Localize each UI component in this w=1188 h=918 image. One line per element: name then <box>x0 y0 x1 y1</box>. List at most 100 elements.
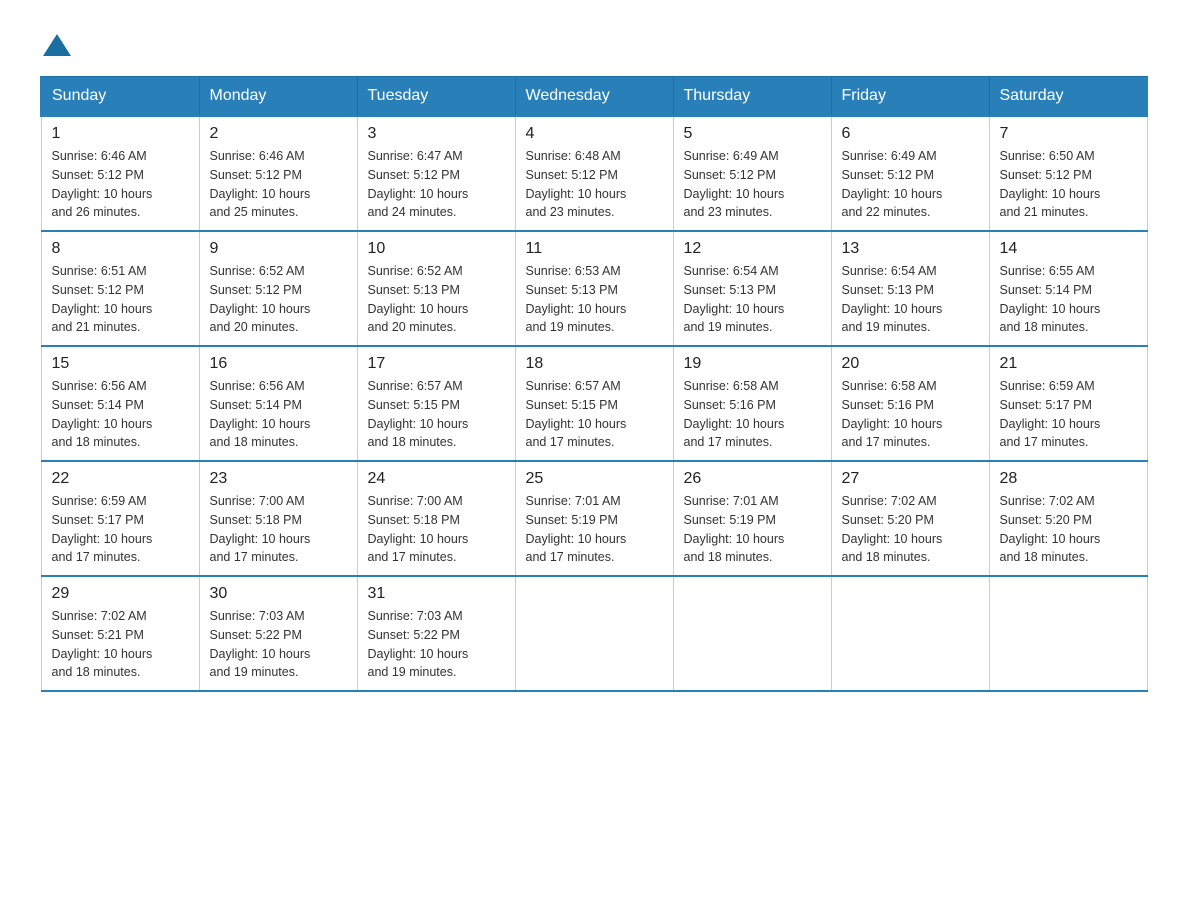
calendar-cell: 30 Sunrise: 7:03 AMSunset: 5:22 PMDaylig… <box>199 576 357 691</box>
day-info: Sunrise: 6:52 AMSunset: 5:12 PMDaylight:… <box>210 262 347 337</box>
day-info: Sunrise: 6:46 AMSunset: 5:12 PMDaylight:… <box>210 147 347 222</box>
day-info: Sunrise: 6:54 AMSunset: 5:13 PMDaylight:… <box>684 262 821 337</box>
day-info: Sunrise: 7:01 AMSunset: 5:19 PMDaylight:… <box>526 492 663 567</box>
week-row-3: 15 Sunrise: 6:56 AMSunset: 5:14 PMDaylig… <box>41 346 1147 461</box>
calendar-cell: 24 Sunrise: 7:00 AMSunset: 5:18 PMDaylig… <box>357 461 515 576</box>
day-info: Sunrise: 6:58 AMSunset: 5:16 PMDaylight:… <box>684 377 821 452</box>
day-info: Sunrise: 6:47 AMSunset: 5:12 PMDaylight:… <box>368 147 505 222</box>
day-number: 9 <box>210 240 347 258</box>
day-number: 26 <box>684 470 821 488</box>
calendar-cell: 13 Sunrise: 6:54 AMSunset: 5:13 PMDaylig… <box>831 231 989 346</box>
day-number: 23 <box>210 470 347 488</box>
week-row-2: 8 Sunrise: 6:51 AMSunset: 5:12 PMDayligh… <box>41 231 1147 346</box>
day-info: Sunrise: 6:59 AMSunset: 5:17 PMDaylight:… <box>1000 377 1137 452</box>
day-info: Sunrise: 6:54 AMSunset: 5:13 PMDaylight:… <box>842 262 979 337</box>
day-info: Sunrise: 6:48 AMSunset: 5:12 PMDaylight:… <box>526 147 663 222</box>
day-number: 20 <box>842 355 979 373</box>
calendar-cell: 2 Sunrise: 6:46 AMSunset: 5:12 PMDayligh… <box>199 116 357 231</box>
day-number: 4 <box>526 125 663 143</box>
day-info: Sunrise: 6:57 AMSunset: 5:15 PMDaylight:… <box>368 377 505 452</box>
day-info: Sunrise: 7:03 AMSunset: 5:22 PMDaylight:… <box>368 607 505 682</box>
week-row-4: 22 Sunrise: 6:59 AMSunset: 5:17 PMDaylig… <box>41 461 1147 576</box>
calendar-header-row: SundayMondayTuesdayWednesdayThursdayFrid… <box>41 77 1147 117</box>
day-info: Sunrise: 6:50 AMSunset: 5:12 PMDaylight:… <box>1000 147 1137 222</box>
calendar-cell: 10 Sunrise: 6:52 AMSunset: 5:13 PMDaylig… <box>357 231 515 346</box>
day-info: Sunrise: 7:01 AMSunset: 5:19 PMDaylight:… <box>684 492 821 567</box>
calendar-cell: 21 Sunrise: 6:59 AMSunset: 5:17 PMDaylig… <box>989 346 1147 461</box>
day-info: Sunrise: 6:55 AMSunset: 5:14 PMDaylight:… <box>1000 262 1137 337</box>
calendar-cell: 31 Sunrise: 7:03 AMSunset: 5:22 PMDaylig… <box>357 576 515 691</box>
day-info: Sunrise: 7:03 AMSunset: 5:22 PMDaylight:… <box>210 607 347 682</box>
calendar-cell: 6 Sunrise: 6:49 AMSunset: 5:12 PMDayligh… <box>831 116 989 231</box>
day-number: 25 <box>526 470 663 488</box>
day-number: 22 <box>52 470 189 488</box>
calendar-cell: 17 Sunrise: 6:57 AMSunset: 5:15 PMDaylig… <box>357 346 515 461</box>
day-number: 15 <box>52 355 189 373</box>
page-header <box>40 30 1148 56</box>
calendar-cell: 28 Sunrise: 7:02 AMSunset: 5:20 PMDaylig… <box>989 461 1147 576</box>
calendar-cell: 27 Sunrise: 7:02 AMSunset: 5:20 PMDaylig… <box>831 461 989 576</box>
calendar-cell: 14 Sunrise: 6:55 AMSunset: 5:14 PMDaylig… <box>989 231 1147 346</box>
day-number: 18 <box>526 355 663 373</box>
day-info: Sunrise: 7:00 AMSunset: 5:18 PMDaylight:… <box>368 492 505 567</box>
day-number: 11 <box>526 240 663 258</box>
day-number: 30 <box>210 585 347 603</box>
calendar-cell <box>989 576 1147 691</box>
day-info: Sunrise: 7:00 AMSunset: 5:18 PMDaylight:… <box>210 492 347 567</box>
calendar-cell: 23 Sunrise: 7:00 AMSunset: 5:18 PMDaylig… <box>199 461 357 576</box>
day-number: 29 <box>52 585 189 603</box>
day-number: 24 <box>368 470 505 488</box>
day-info: Sunrise: 7:02 AMSunset: 5:20 PMDaylight:… <box>842 492 979 567</box>
calendar-cell: 7 Sunrise: 6:50 AMSunset: 5:12 PMDayligh… <box>989 116 1147 231</box>
day-number: 6 <box>842 125 979 143</box>
day-number: 28 <box>1000 470 1137 488</box>
day-number: 21 <box>1000 355 1137 373</box>
calendar-cell <box>515 576 673 691</box>
day-info: Sunrise: 7:02 AMSunset: 5:20 PMDaylight:… <box>1000 492 1137 567</box>
day-info: Sunrise: 6:46 AMSunset: 5:12 PMDaylight:… <box>52 147 189 222</box>
day-number: 2 <box>210 125 347 143</box>
calendar-cell: 29 Sunrise: 7:02 AMSunset: 5:21 PMDaylig… <box>41 576 199 691</box>
day-info: Sunrise: 6:56 AMSunset: 5:14 PMDaylight:… <box>210 377 347 452</box>
day-info: Sunrise: 6:56 AMSunset: 5:14 PMDaylight:… <box>52 377 189 452</box>
day-info: Sunrise: 6:59 AMSunset: 5:17 PMDaylight:… <box>52 492 189 567</box>
day-info: Sunrise: 6:51 AMSunset: 5:12 PMDaylight:… <box>52 262 189 337</box>
calendar-cell: 3 Sunrise: 6:47 AMSunset: 5:12 PMDayligh… <box>357 116 515 231</box>
day-header-monday: Monday <box>199 77 357 117</box>
calendar-cell: 5 Sunrise: 6:49 AMSunset: 5:12 PMDayligh… <box>673 116 831 231</box>
calendar-cell: 20 Sunrise: 6:58 AMSunset: 5:16 PMDaylig… <box>831 346 989 461</box>
week-row-1: 1 Sunrise: 6:46 AMSunset: 5:12 PMDayligh… <box>41 116 1147 231</box>
day-number: 5 <box>684 125 821 143</box>
calendar-cell: 8 Sunrise: 6:51 AMSunset: 5:12 PMDayligh… <box>41 231 199 346</box>
day-number: 3 <box>368 125 505 143</box>
day-number: 8 <box>52 240 189 258</box>
day-number: 19 <box>684 355 821 373</box>
day-info: Sunrise: 6:52 AMSunset: 5:13 PMDaylight:… <box>368 262 505 337</box>
calendar-cell <box>831 576 989 691</box>
calendar-cell: 22 Sunrise: 6:59 AMSunset: 5:17 PMDaylig… <box>41 461 199 576</box>
day-header-thursday: Thursday <box>673 77 831 117</box>
day-header-wednesday: Wednesday <box>515 77 673 117</box>
day-header-saturday: Saturday <box>989 77 1147 117</box>
day-info: Sunrise: 6:53 AMSunset: 5:13 PMDaylight:… <box>526 262 663 337</box>
day-header-sunday: Sunday <box>41 77 199 117</box>
day-number: 27 <box>842 470 979 488</box>
day-number: 7 <box>1000 125 1137 143</box>
calendar-cell: 15 Sunrise: 6:56 AMSunset: 5:14 PMDaylig… <box>41 346 199 461</box>
day-info: Sunrise: 6:49 AMSunset: 5:12 PMDaylight:… <box>684 147 821 222</box>
day-number: 31 <box>368 585 505 603</box>
calendar-cell: 26 Sunrise: 7:01 AMSunset: 5:19 PMDaylig… <box>673 461 831 576</box>
week-row-5: 29 Sunrise: 7:02 AMSunset: 5:21 PMDaylig… <box>41 576 1147 691</box>
calendar-cell <box>673 576 831 691</box>
calendar-cell: 25 Sunrise: 7:01 AMSunset: 5:19 PMDaylig… <box>515 461 673 576</box>
day-info: Sunrise: 6:57 AMSunset: 5:15 PMDaylight:… <box>526 377 663 452</box>
day-header-friday: Friday <box>831 77 989 117</box>
calendar-cell: 4 Sunrise: 6:48 AMSunset: 5:12 PMDayligh… <box>515 116 673 231</box>
day-number: 1 <box>52 125 189 143</box>
calendar-table: SundayMondayTuesdayWednesdayThursdayFrid… <box>40 76 1148 692</box>
day-number: 17 <box>368 355 505 373</box>
calendar-cell: 19 Sunrise: 6:58 AMSunset: 5:16 PMDaylig… <box>673 346 831 461</box>
day-header-tuesday: Tuesday <box>357 77 515 117</box>
day-number: 16 <box>210 355 347 373</box>
calendar-cell: 1 Sunrise: 6:46 AMSunset: 5:12 PMDayligh… <box>41 116 199 231</box>
